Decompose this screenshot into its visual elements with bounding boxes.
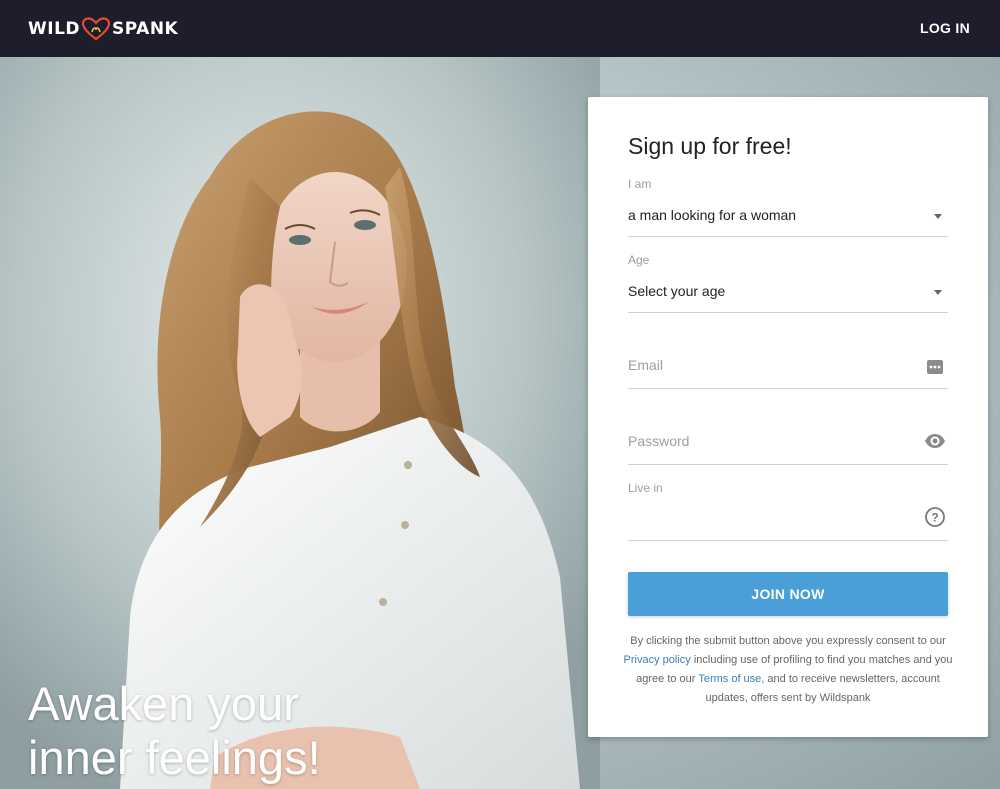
svg-text:?: ?: [931, 511, 938, 525]
heart-logo-icon: [81, 17, 111, 41]
email-field[interactable]: Email: [628, 329, 948, 389]
terms-of-use-link[interactable]: Terms of use: [698, 673, 761, 685]
top-navigation-bar: WILD SPANK LOG IN: [0, 0, 1000, 57]
age-select-label: Age: [628, 253, 650, 267]
join-now-button[interactable]: JOIN NOW: [628, 572, 948, 616]
logo-text-wild: WILD: [28, 19, 81, 39]
location-field[interactable]: Live in ?: [628, 481, 948, 541]
legal-disclaimer: By clicking the submit button above you …: [618, 632, 958, 708]
signup-card: Sign up for free! I am a man looking for…: [588, 97, 988, 737]
eye-icon[interactable]: [924, 430, 946, 452]
signup-title: Sign up for free!: [628, 133, 792, 159]
password-placeholder: Password: [628, 433, 690, 449]
email-placeholder: Email: [628, 357, 664, 373]
login-link[interactable]: LOG IN: [920, 20, 970, 36]
age-select-value: Select your age: [628, 283, 726, 299]
privacy-policy-link[interactable]: Privacy policy: [624, 654, 691, 666]
hero-headline-line1: Awaken your: [28, 677, 299, 730]
location-label: Live in: [628, 481, 663, 495]
hero-headline-line2: inner feelings!: [28, 731, 321, 784]
age-select[interactable]: Age Select your age: [628, 253, 948, 313]
gender-select-value: a man looking for a woman: [628, 207, 797, 223]
hero-headline: Awaken your inner feelings!: [28, 677, 321, 785]
password-manager-icon[interactable]: [924, 356, 946, 378]
logo-text-spank: SPANK: [112, 19, 179, 39]
site-logo[interactable]: WILD SPANK: [28, 16, 178, 42]
legal-text-part1: By clicking the submit button above you …: [630, 635, 946, 647]
password-field[interactable]: Password: [628, 405, 948, 465]
gender-select-label: I am: [628, 177, 652, 191]
dropdown-caret-icon: [934, 290, 942, 295]
dropdown-caret-icon: [934, 214, 942, 219]
help-icon[interactable]: ?: [924, 506, 946, 528]
gender-select[interactable]: I am a man looking for a woman: [628, 177, 948, 237]
